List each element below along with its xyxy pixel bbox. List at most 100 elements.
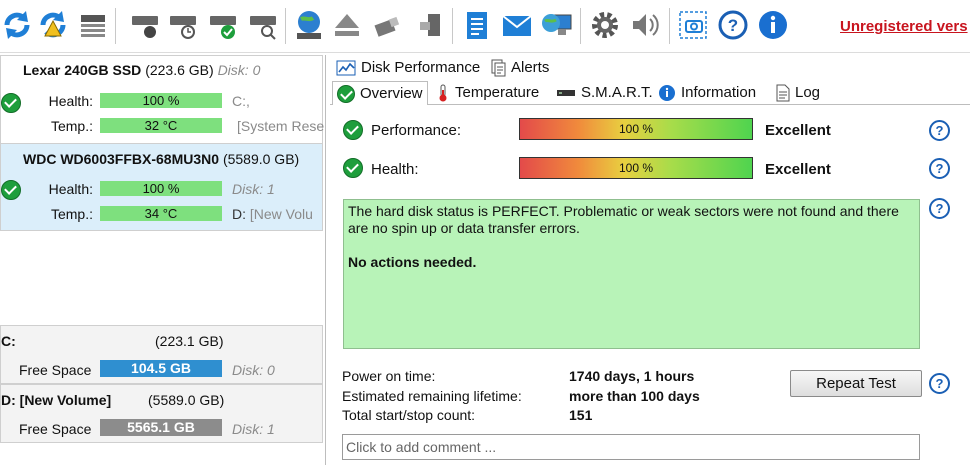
- disk-list-icon[interactable]: [76, 8, 110, 42]
- temp-bar: 34 °C: [100, 206, 222, 221]
- computer-globe-icon[interactable]: [540, 8, 574, 42]
- status-message: The hard disk status is PERFECT. Problem…: [348, 203, 899, 236]
- email-icon[interactable]: [500, 8, 534, 42]
- free-space-label: Free Space: [19, 421, 92, 437]
- message-help-icon[interactable]: ?: [929, 198, 950, 219]
- disk-title: WDC WD6003FFBX-68MU3N0 (5589.0 GB): [23, 151, 299, 167]
- power-on-label: Power on time:: [342, 368, 436, 384]
- unregistered-link[interactable]: Unregistered vers: [840, 18, 968, 35]
- performance-help-icon[interactable]: ?: [929, 120, 950, 141]
- tab-label: Alerts: [511, 59, 550, 76]
- tab-disk-performance[interactable]: Disk Performance: [332, 57, 484, 79]
- info-icon[interactable]: [756, 8, 790, 42]
- refresh-icon[interactable]: [0, 8, 34, 42]
- disk-stethoscope-icon[interactable]: [128, 8, 162, 42]
- eject-icon[interactable]: [330, 8, 364, 42]
- refresh-warning-icon[interactable]: [36, 8, 70, 42]
- disk-number: Disk: 0: [217, 62, 261, 78]
- pane-divider[interactable]: [325, 55, 326, 465]
- disk-number: Disk: 1: [232, 181, 275, 197]
- volume-name: C:: [1, 333, 16, 349]
- tab-smart[interactable]: S.M.A.R.T.: [552, 82, 657, 104]
- free-space-bar: 5565.1 GB: [100, 419, 222, 436]
- health-rating: Excellent: [765, 161, 831, 178]
- performance-ok-icon: [343, 120, 363, 140]
- toolbar-separator: [669, 8, 670, 44]
- performance-rating: Excellent: [765, 122, 831, 139]
- help-icon[interactable]: ?: [716, 8, 750, 42]
- repeat-test-button[interactable]: Repeat Test: [790, 370, 922, 397]
- comment-input[interactable]: Click to add comment ...: [342, 434, 920, 460]
- temp-label: Temp.:: [50, 206, 93, 222]
- smart-chip-icon: [557, 90, 575, 96]
- volume-card[interactable]: C: (223.1 GB) Free Space 104.5 GB Disk: …: [0, 325, 323, 384]
- volume-name: D: [New Volume]: [1, 392, 112, 408]
- log-doc-icon: [776, 84, 790, 102]
- toolbar-separator: [115, 8, 116, 44]
- health-ok-icon: [1, 93, 21, 113]
- speaker-icon[interactable]: [628, 8, 662, 42]
- info-icon: [659, 85, 675, 101]
- tab-label: Disk Performance: [361, 59, 481, 76]
- drive-letter: C:,: [232, 93, 250, 109]
- repeat-test-help-icon[interactable]: ?: [929, 373, 950, 394]
- disk-name: Lexar 240GB SSD: [23, 62, 142, 78]
- disk-card[interactable]: Lexar 240GB SSD (223.6 GB) Disk: 0 Healt…: [0, 55, 324, 145]
- disk-check-icon[interactable]: [206, 8, 240, 42]
- disk-card-selected[interactable]: WDC WD6003FFBX-68MU3N0 (5589.0 GB) Healt…: [0, 143, 323, 231]
- alerts-doc-icon: [491, 59, 506, 77]
- tab-label: Temperature: [455, 84, 540, 101]
- volume-size: (223.1 GB): [155, 333, 224, 349]
- volume-name: D: [New Volu: [232, 206, 313, 222]
- disk-list-pane: Lexar 240GB SSD (223.6 GB) Disk: 0 Healt…: [0, 55, 324, 465]
- lifetime-label: Estimated remaining lifetime:: [342, 388, 522, 404]
- health-label: Health:: [48, 181, 93, 197]
- tab-overview[interactable]: Overview: [332, 81, 428, 105]
- tab-label: Overview: [360, 84, 423, 102]
- tab-label: S.M.A.R.T.: [581, 84, 653, 101]
- health-bar: 100 %: [519, 157, 753, 179]
- tab-alerts[interactable]: Alerts: [486, 57, 553, 79]
- health-label: Health:: [371, 161, 419, 178]
- toolbar-separator: [285, 8, 286, 44]
- performance-chart-icon: [336, 60, 356, 76]
- free-space-label: Free Space: [19, 362, 92, 378]
- volume-size: (5589.0 GB): [148, 392, 225, 408]
- temp-bar: 32 °C: [100, 118, 222, 133]
- notes-icon[interactable]: [460, 8, 494, 42]
- usb-drive-alt-icon[interactable]: [412, 8, 446, 42]
- disk-size: (5589.0 GB): [222, 151, 300, 167]
- toolbar-separator: [580, 8, 581, 44]
- temp-label: Temp.:: [50, 118, 93, 134]
- tab-information[interactable]: Information: [654, 82, 760, 104]
- tab-label: Log: [795, 84, 821, 101]
- volume-card[interactable]: D: [New Volume] (5589.0 GB) Free Space 5…: [0, 384, 323, 443]
- performance-label: Performance:: [371, 122, 462, 139]
- free-space-bar: 104.5 GB: [100, 360, 222, 377]
- screenshot-camera-icon[interactable]: [676, 8, 710, 42]
- tab-label: Information: [681, 84, 757, 101]
- performance-bar: 100 %: [519, 118, 753, 140]
- svg-text:?: ?: [728, 16, 738, 35]
- gear-icon[interactable]: [588, 8, 622, 42]
- disk-search-icon[interactable]: [246, 8, 280, 42]
- health-bar: 100 %: [100, 181, 222, 196]
- toolbar: ? Unregistered vers: [0, 0, 970, 53]
- disk-clock-icon[interactable]: [166, 8, 200, 42]
- disk-title: Lexar 240GB SSD (223.6 GB) Disk: 0: [23, 62, 260, 78]
- globe-disk-icon[interactable]: [292, 8, 326, 42]
- disk-name: WDC WD6003FFBX-68MU3N0: [23, 151, 220, 167]
- health-help-icon[interactable]: ?: [929, 158, 950, 179]
- health-label: Health:: [48, 93, 93, 109]
- disk-number: Disk: 1: [232, 421, 275, 437]
- health-ok-icon: [1, 180, 21, 200]
- health-bar: 100 %: [100, 93, 222, 108]
- check-icon: [337, 84, 355, 103]
- usb-drive-icon[interactable]: [370, 8, 404, 42]
- tab-log[interactable]: Log: [772, 82, 824, 104]
- thermometer-icon: [439, 84, 447, 102]
- tab-temperature[interactable]: Temperature: [432, 82, 543, 104]
- lifetime-value: more than 100 days: [569, 388, 700, 404]
- power-on-value: 1740 days, 1 hours: [569, 368, 695, 384]
- drive-letter: D:: [232, 206, 246, 222]
